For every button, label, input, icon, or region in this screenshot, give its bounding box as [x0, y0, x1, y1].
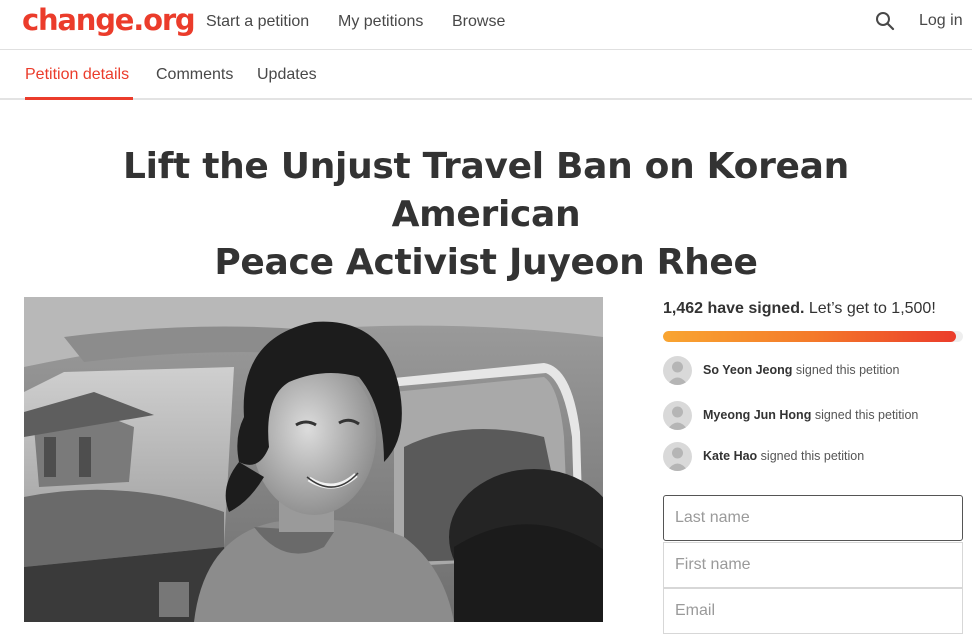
signer-action: signed this petition	[760, 449, 865, 463]
tab-comments[interactable]: Comments	[156, 66, 233, 84]
signature-count-number: 1,462 have signed.	[663, 300, 805, 317]
petition-photo	[24, 297, 603, 622]
avatar	[663, 401, 692, 430]
top-navigation-bar: change.org Start a petition My petitions…	[0, 0, 972, 50]
search-icon[interactable]	[875, 11, 895, 31]
signature-count: 1,462 have signed. Let’s get to 1,500!	[663, 300, 936, 318]
signer-name: So Yeon Jeong	[703, 363, 793, 377]
petition-title-line-2: Peace Activist Juyeon Rhee	[214, 242, 758, 283]
nav-my-petitions-link[interactable]: My petitions	[338, 12, 423, 32]
signature-goal: Let’s get to 1,500!	[808, 300, 936, 317]
login-link[interactable]: Log in	[919, 12, 963, 30]
avatar	[663, 442, 692, 471]
signature-progress-fill	[663, 331, 956, 342]
email-field[interactable]	[663, 588, 963, 634]
signer-name: Myeong Jun Hong	[703, 408, 812, 422]
nav-browse-link[interactable]: Browse	[452, 12, 505, 32]
recent-signer-item: So Yeon Jeong signed this petition	[663, 356, 963, 386]
signature-progress-bar	[663, 331, 963, 342]
signer-text: So Yeon Jeong signed this petition	[703, 363, 899, 377]
last-name-field[interactable]	[663, 495, 963, 541]
first-name-field[interactable]	[663, 542, 963, 588]
signer-text: Kate Hao signed this petition	[703, 449, 864, 463]
tab-petition-details[interactable]: Petition details	[25, 66, 129, 84]
tab-updates[interactable]: Updates	[257, 66, 317, 84]
petition-tabs: Petition details Comments Updates	[0, 50, 972, 100]
recent-signer-item: Kate Hao signed this petition	[663, 442, 963, 472]
nav-start-petition-link[interactable]: Start a petition	[206, 12, 309, 32]
signer-action: signed this petition	[795, 363, 900, 377]
signer-name: Kate Hao	[703, 449, 758, 463]
recent-signer-item: Myeong Jun Hong signed this petition	[663, 401, 963, 431]
signer-action: signed this petition	[814, 408, 919, 422]
petition-title: Lift the Unjust Travel Ban on Korean Ame…	[40, 143, 932, 287]
change-org-logo[interactable]: change.org	[22, 3, 196, 37]
avatar	[663, 356, 692, 385]
petition-title-line-1: Lift the Unjust Travel Ban on Korean Ame…	[123, 146, 849, 235]
active-tab-indicator	[25, 97, 133, 100]
signer-text: Myeong Jun Hong signed this petition	[703, 408, 918, 422]
